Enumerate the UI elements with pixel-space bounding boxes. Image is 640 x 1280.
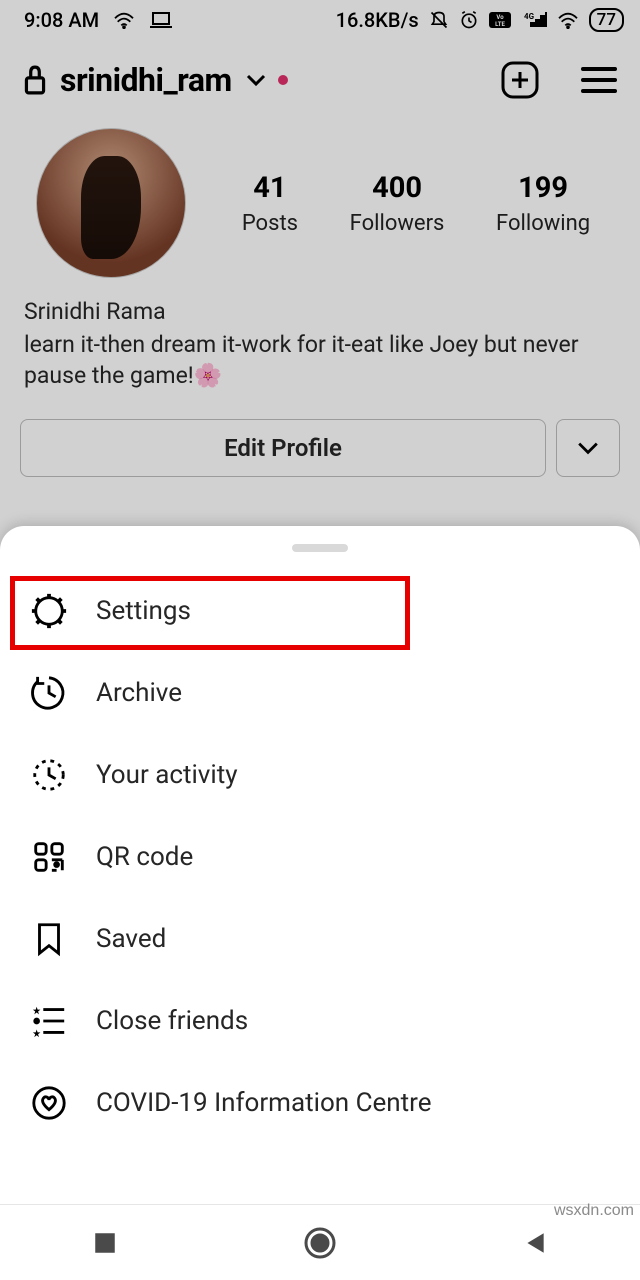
close-friends-icon <box>30 1002 68 1040</box>
posts-count: 41 <box>242 171 298 205</box>
menu-label: Your activity <box>96 760 238 790</box>
discover-people-button[interactable] <box>556 419 620 477</box>
notification-dot <box>278 75 288 85</box>
watermark: wsxdn.com <box>554 1202 634 1220</box>
menu-covid[interactable]: COVID-19 Information Centre <box>0 1062 640 1144</box>
activity-icon <box>30 756 68 794</box>
recent-apps-button[interactable] <box>92 1230 118 1256</box>
data-rate: 16.8KB/s <box>336 8 419 32</box>
battery-level: 77 <box>589 8 624 32</box>
menu-archive[interactable]: Archive <box>0 652 640 734</box>
edit-profile-label: Edit Profile <box>224 434 342 462</box>
bottom-sheet: Settings Archive Your activity QR code S… <box>0 526 640 1280</box>
following-stat[interactable]: 199 Following <box>496 171 590 236</box>
username[interactable]: srinidhi_ram <box>60 61 232 99</box>
followers-label: Followers <box>350 211 445 236</box>
qr-icon <box>30 838 68 876</box>
laptop-icon <box>149 11 173 29</box>
svg-text:4G: 4G <box>524 12 535 21</box>
wifi-icon <box>113 11 135 29</box>
menu-label: QR code <box>96 842 193 872</box>
wifi-icon-2 <box>557 11 579 29</box>
status-bar: 9:08 AM 16.8KB/s VoLTE 4G 77 <box>0 0 640 40</box>
following-label: Following <box>496 211 590 236</box>
menu-saved[interactable]: Saved <box>0 898 640 980</box>
following-count: 199 <box>496 171 590 205</box>
status-time: 9:08 AM <box>24 8 99 32</box>
menu-activity[interactable]: Your activity <box>0 734 640 816</box>
archive-icon <box>30 674 68 712</box>
profile-header: srinidhi_ram <box>0 40 640 112</box>
cellular-icon: 4G <box>521 11 547 29</box>
svg-text:Vo: Vo <box>496 14 504 21</box>
menu-close-friends[interactable]: Close friends <box>0 980 640 1062</box>
posts-stat[interactable]: 41 Posts <box>242 171 298 236</box>
bookmark-icon <box>30 920 68 958</box>
notification-off-icon <box>429 10 449 30</box>
heart-circle-icon <box>30 1084 68 1122</box>
android-navbar <box>0 1204 640 1280</box>
bio-text: learn it-then dream it-work for it-eat l… <box>24 329 616 391</box>
posts-label: Posts <box>242 211 298 236</box>
menu-label: Settings <box>96 596 191 626</box>
menu-label: Saved <box>96 924 166 954</box>
bio: Srinidhi Rama learn it-then dream it-wor… <box>0 278 640 391</box>
alarm-icon <box>459 10 479 30</box>
chevron-down-icon[interactable] <box>246 73 266 87</box>
lock-icon <box>22 65 48 95</box>
back-button[interactable] <box>522 1230 548 1256</box>
chevron-down-icon <box>577 441 599 455</box>
menu-label: Close friends <box>96 1006 248 1036</box>
followers-count: 400 <box>350 171 445 205</box>
svg-text:LTE: LTE <box>495 21 505 28</box>
menu-qr[interactable]: QR code <box>0 816 640 898</box>
edit-profile-button[interactable]: Edit Profile <box>20 419 546 477</box>
add-post-icon[interactable] <box>500 60 540 100</box>
menu-label: COVID-19 Information Centre <box>96 1088 432 1118</box>
avatar[interactable] <box>36 128 186 278</box>
volte-icon: VoLTE <box>489 12 511 28</box>
hamburger-menu-icon[interactable] <box>580 65 618 95</box>
home-button[interactable] <box>303 1226 337 1260</box>
followers-stat[interactable]: 400 Followers <box>350 171 445 236</box>
menu-settings[interactable]: Settings <box>0 570 640 652</box>
sheet-grabber[interactable] <box>292 544 348 552</box>
menu-label: Archive <box>96 678 182 708</box>
gear-icon <box>30 592 68 630</box>
display-name: Srinidhi Rama <box>24 298 616 325</box>
